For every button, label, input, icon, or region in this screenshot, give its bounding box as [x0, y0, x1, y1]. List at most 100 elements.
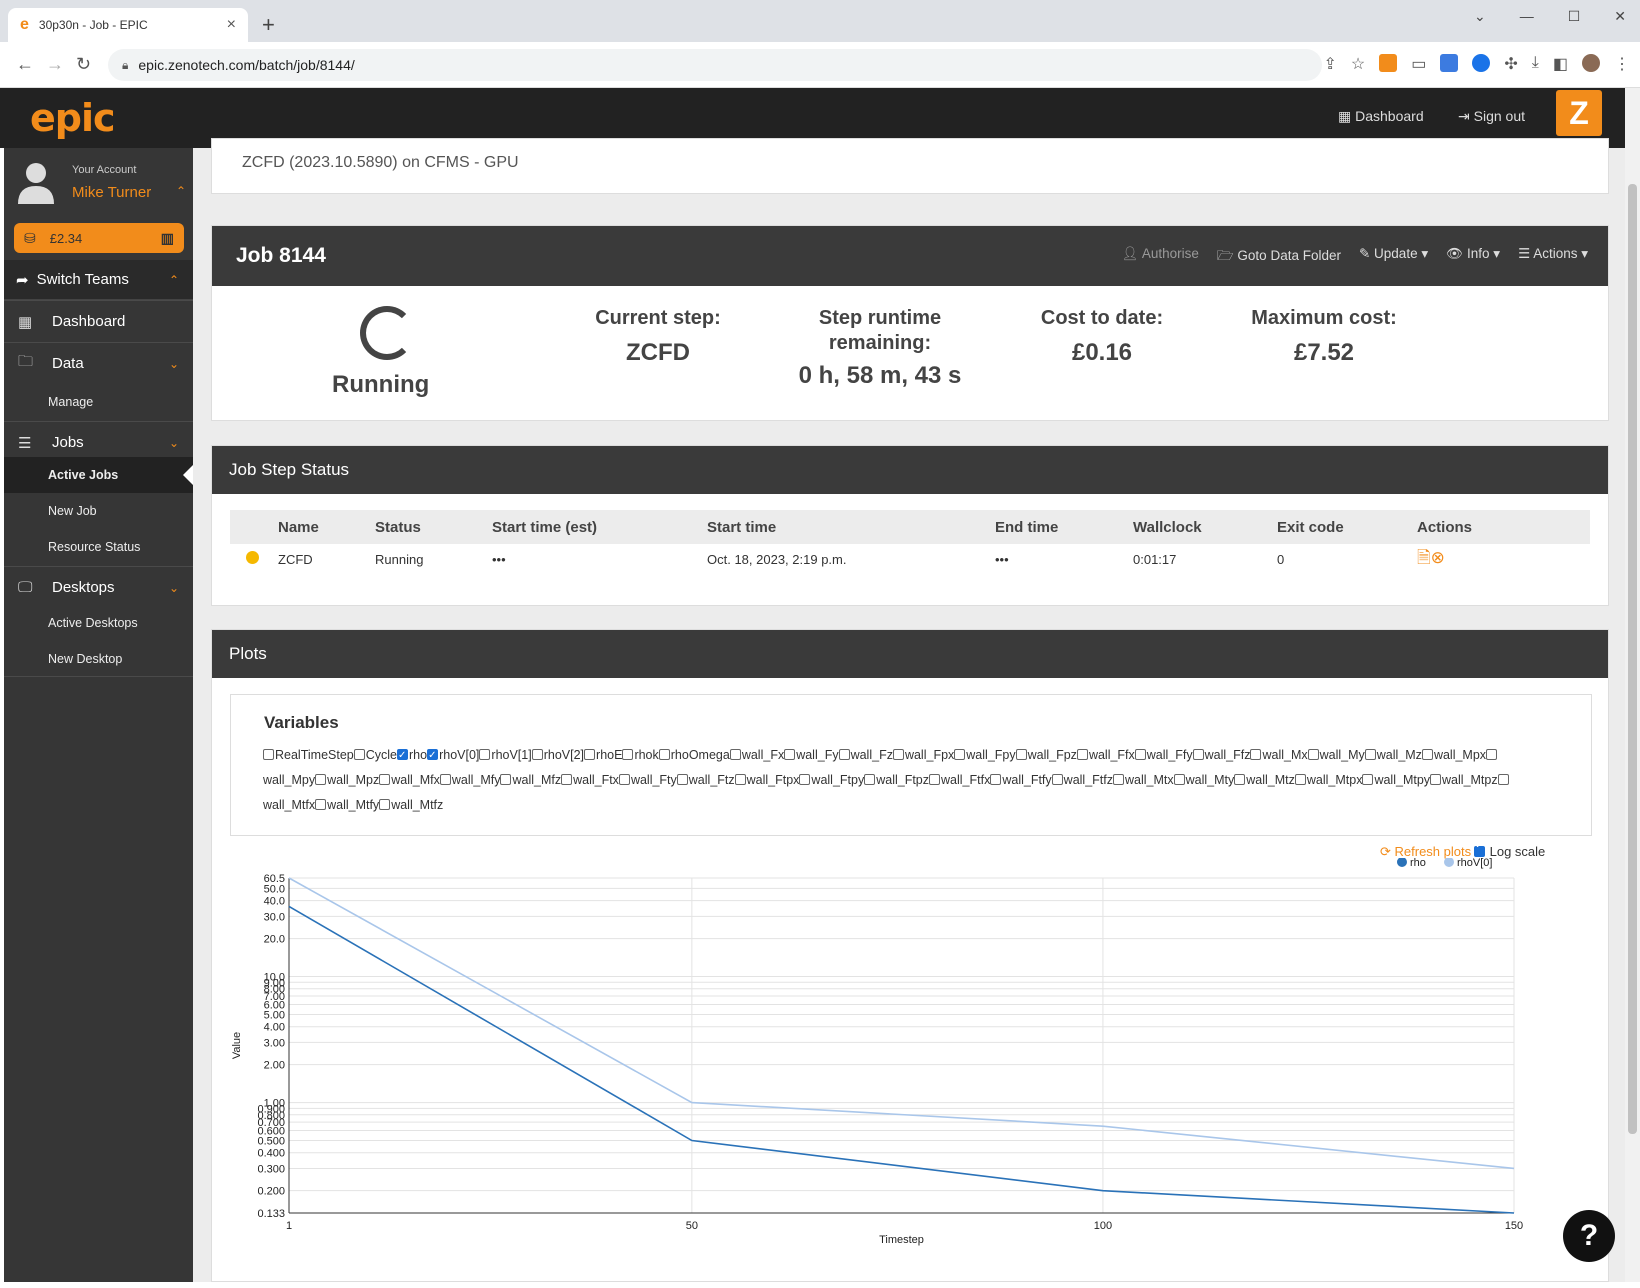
sidebar-item-desktops[interactable]: 🖵 Desktops ⌄ [4, 566, 193, 608]
variable-option[interactable]: RealTimeStep [263, 748, 354, 762]
variable-checkbox[interactable] [315, 799, 327, 810]
variable-option[interactable]: wall_Mtfy [315, 798, 379, 812]
variable-checkbox[interactable] [531, 749, 543, 760]
variable-option[interactable]: wall_Mtz [1234, 773, 1295, 787]
share-icon[interactable]: ⇪ [1324, 54, 1337, 74]
maximize-icon[interactable]: ☐ [1568, 8, 1581, 25]
sidebar-item-manage[interactable]: Manage [4, 384, 193, 420]
sign-out-link[interactable]: ⇥ Sign out [1458, 108, 1525, 125]
variable-checkbox[interactable] [1421, 749, 1433, 760]
variable-option[interactable]: rhok [622, 748, 659, 762]
variable-checkbox[interactable] [1250, 749, 1262, 760]
variable-checkbox[interactable] [892, 749, 904, 760]
sidebar-item-data[interactable]: 🗀 Data ⌄ [4, 342, 193, 384]
help-button[interactable]: ? [1563, 1210, 1615, 1262]
variable-checkbox[interactable] [427, 743, 439, 768]
variable-option[interactable]: rhoE [584, 748, 622, 762]
variable-checkbox[interactable] [439, 774, 451, 785]
sidebar-item-new-desktop[interactable]: New Desktop [4, 641, 193, 677]
switch-teams[interactable]: ➦ Switch Teams ⌃ [4, 260, 193, 300]
variable-checkbox[interactable] [561, 774, 573, 785]
minimize-icon[interactable]: — [1520, 8, 1534, 25]
variable-checkbox[interactable] [734, 774, 746, 785]
variable-option[interactable]: wall_Fz [838, 748, 893, 762]
sidebar-item-active-jobs[interactable]: Active Jobs [4, 457, 193, 493]
variable-option[interactable]: wall_Fpz [1015, 748, 1077, 762]
variable-option[interactable]: wall_Ftpx [734, 773, 799, 787]
variable-checkbox[interactable] [864, 774, 876, 785]
variable-checkbox[interactable] [1015, 749, 1027, 760]
info-dropdown[interactable]: 👁︎ Info ▾ [1446, 246, 1500, 269]
forward-icon[interactable]: → [46, 54, 64, 75]
variable-option[interactable]: wall_Mfy [439, 773, 500, 787]
header-dashboard-link[interactable]: ▦ Dashboard [1338, 108, 1424, 125]
variable-checkbox[interactable] [729, 749, 741, 760]
variable-option[interactable]: Cycle [353, 748, 397, 762]
menu-icon[interactable]: ⋮ [1614, 54, 1630, 74]
browser-tab[interactable]: e 30p30n - Job - EPIC × [8, 8, 248, 42]
variable-option[interactable]: rho [397, 743, 427, 768]
account-name[interactable]: Mike Turner [72, 184, 151, 201]
variable-option[interactable]: rhoV[1] [479, 748, 532, 762]
variable-option[interactable]: wall_Mtfz [379, 798, 443, 812]
sidebar-item-resource-status[interactable]: Resource Status [4, 529, 193, 565]
bar-chart-icon[interactable]: ▥ [161, 230, 174, 247]
authorise-button[interactable]: 👤︎ Authorise [1122, 246, 1199, 269]
epic-logo[interactable]: epic [30, 96, 116, 140]
back-icon[interactable]: ← [16, 54, 34, 75]
variable-option[interactable]: wall_Fpy [954, 748, 1016, 762]
cancel-icon[interactable]: ⊗ [1431, 548, 1445, 567]
variable-checkbox[interactable] [784, 749, 796, 760]
new-tab-icon[interactable]: + [262, 12, 275, 38]
variable-checkbox[interactable] [658, 749, 670, 760]
log-scale-toggle[interactable]: Log scale [1474, 840, 1545, 859]
variable-option[interactable]: wall_Mtpx [1294, 773, 1362, 787]
variable-option[interactable]: wall_Ftx [561, 773, 619, 787]
variable-checkbox[interactable] [622, 749, 634, 760]
variable-checkbox[interactable] [397, 743, 409, 768]
variable-checkbox[interactable] [1486, 749, 1498, 760]
variable-checkbox[interactable] [1192, 749, 1204, 760]
variable-checkbox[interactable] [1113, 774, 1124, 785]
variable-checkbox[interactable] [1362, 774, 1374, 785]
variable-option[interactable]: wall_Ftfz [1051, 773, 1113, 787]
variable-option[interactable]: wall_Fx [729, 748, 784, 762]
variable-option[interactable]: wall_Mtpz [1430, 773, 1498, 787]
variable-checkbox[interactable] [990, 774, 1002, 785]
variable-option[interactable]: wall_Ftpz [864, 773, 929, 787]
variable-checkbox[interactable] [263, 749, 274, 760]
cast-icon[interactable]: ▭ [1411, 54, 1426, 74]
variable-checkbox[interactable] [1134, 749, 1146, 760]
variable-checkbox[interactable] [315, 774, 327, 785]
extension-icon[interactable] [1472, 54, 1491, 72]
log-scale-checkbox[interactable] [1474, 840, 1485, 857]
extension-icon[interactable] [1440, 54, 1459, 72]
variable-option[interactable]: wall_Mtx [1113, 773, 1174, 787]
variable-option[interactable]: wall_Ffy [1134, 748, 1193, 762]
variable-checkbox[interactable] [379, 799, 391, 810]
update-dropdown[interactable]: ✎ Update ▾ [1359, 246, 1428, 269]
variable-option[interactable]: rhoV[2] [531, 748, 584, 762]
zenotech-logo[interactable]: Z [1556, 90, 1602, 136]
variable-checkbox[interactable] [379, 774, 391, 785]
variable-checkbox[interactable] [1234, 774, 1246, 785]
variable-checkbox[interactable] [1497, 774, 1509, 785]
sidebar-item-dashboard[interactable]: ▦ Dashboard [4, 300, 193, 342]
puzzle-icon[interactable]: ✣ [1504, 54, 1517, 74]
variable-option[interactable]: wall_Mpz [315, 773, 379, 787]
variable-option[interactable]: wall_Fpx [892, 748, 954, 762]
chevron-down-icon[interactable]: ⌄ [1474, 8, 1486, 25]
variable-option[interactable]: wall_My [1307, 748, 1365, 762]
actions-dropdown[interactable]: ☰ Actions ▾ [1518, 246, 1588, 269]
close-tab-icon[interactable]: × [227, 16, 236, 34]
variable-option[interactable]: rhoOmega [658, 748, 730, 762]
goto-data-folder-button[interactable]: 🗁 Goto Data Folder [1217, 246, 1341, 269]
reload-icon[interactable]: ↻ [76, 54, 91, 75]
variable-option[interactable]: wall_Ftz [676, 773, 735, 787]
variable-option[interactable]: wall_Mz [1364, 748, 1422, 762]
variable-option[interactable]: wall_Mfx [379, 773, 440, 787]
variable-checkbox[interactable] [1051, 774, 1063, 785]
variable-checkbox[interactable] [584, 749, 596, 760]
variable-option[interactable]: rhoV[0] [427, 743, 479, 768]
page-scrollbar[interactable] [1625, 88, 1640, 1282]
